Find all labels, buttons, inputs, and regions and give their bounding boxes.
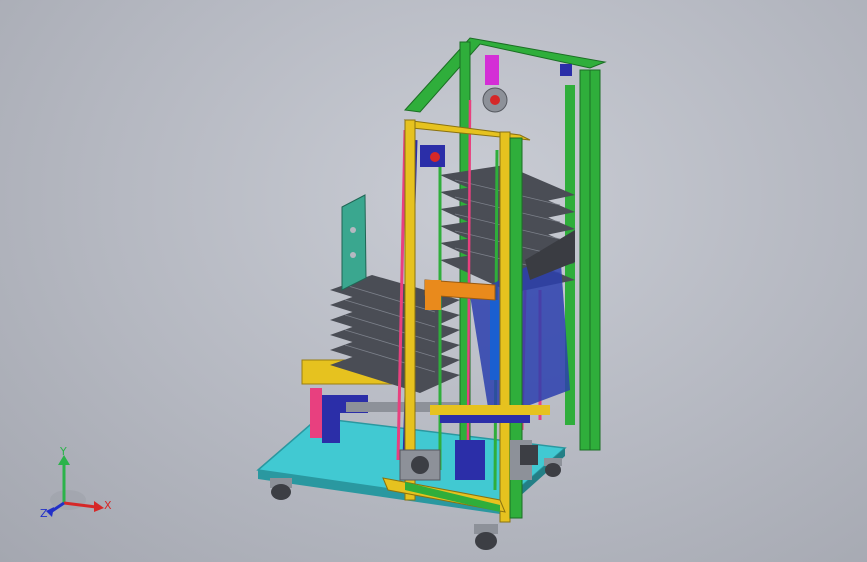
caster-wheel-front-left: [270, 478, 292, 500]
triad-y-label: Y: [59, 445, 67, 458]
triad-x-label: X: [104, 499, 112, 512]
orientation-triad: Y X Z: [40, 445, 112, 520]
caster-wheel-front-right: [474, 524, 498, 550]
cad-viewport[interactable]: Y X Z: [0, 0, 867, 562]
machine-3d-model[interactable]: [0, 0, 867, 562]
caster-wheel-back-right: [544, 458, 562, 477]
teal-side-panel: [341, 194, 367, 291]
triad-x-arrow: [94, 501, 104, 512]
triad-z-label: Z: [40, 507, 48, 520]
